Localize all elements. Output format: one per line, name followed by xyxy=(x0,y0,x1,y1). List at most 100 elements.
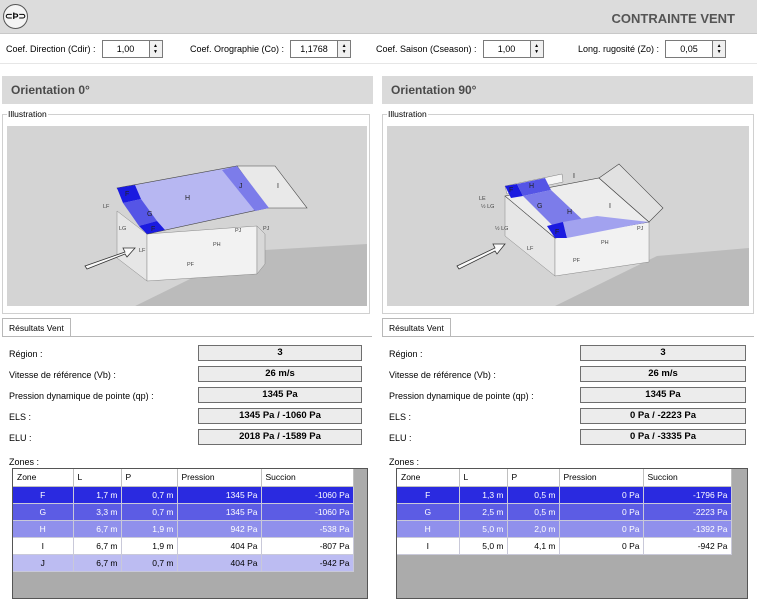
wall-label: PF xyxy=(573,258,581,264)
coef-direction-input[interactable]: 1,00 xyxy=(101,40,150,58)
zones-table[interactable]: Zone L P Pression Succion F 1,7 m 0,7 m 134… xyxy=(12,468,368,599)
spin-down-icon[interactable]: ▼ xyxy=(153,49,158,55)
cell-p: 1,9 m xyxy=(121,537,178,555)
cell-zone: G xyxy=(13,503,74,521)
zones-label: Zones : xyxy=(389,457,420,467)
tab-resultats-vent[interactable]: Résultats Vent xyxy=(382,318,451,337)
cell-pression: 404 Pa xyxy=(177,537,262,555)
roof-label: I xyxy=(573,173,575,180)
cell-p: 4,1 m xyxy=(507,537,560,555)
cell-zone: I xyxy=(397,537,460,555)
elu-label: ELU : xyxy=(389,433,412,443)
group-border xyxy=(3,114,369,115)
table-row[interactable]: J 6,7 m 0,7 m 404 Pa -942 Pa xyxy=(13,554,354,572)
coef-orographie: Coef. Orographie (Co) : 1,1768 ▲ ▼ xyxy=(190,40,352,58)
roof-label: F xyxy=(125,191,129,198)
elu-value: 0 Pa / -3335 Pa xyxy=(580,429,746,445)
cell-l: 6,7 m xyxy=(73,537,122,555)
column-header[interactable]: P xyxy=(121,469,178,487)
elu-label: ELU : xyxy=(9,433,32,443)
vb-value: 26 m/s xyxy=(580,366,746,382)
column-header[interactable]: Zone xyxy=(13,469,74,487)
wall-label: PJ xyxy=(263,226,270,232)
cell-l: 6,7 m xyxy=(73,520,122,538)
cell-pression: 1345 Pa xyxy=(177,503,262,521)
spin-down-icon[interactable]: ▼ xyxy=(717,49,722,55)
coef-orographie-label: Coef. Orographie (Co) : xyxy=(190,44,285,54)
coef-orographie-spinner[interactable]: ▲ ▼ xyxy=(338,40,352,58)
coef-rugosite: Long. rugosité (Zo) : 0,05 ▲ ▼ xyxy=(578,40,727,58)
cell-zone: H xyxy=(397,520,460,538)
spin-down-icon[interactable]: ▼ xyxy=(534,49,539,55)
coef-direction: Coef. Direction (Cdir) : 1,00 ▲ ▼ xyxy=(6,40,163,58)
table-row[interactable]: I 6,7 m 1,9 m 404 Pa -807 Pa xyxy=(13,537,354,555)
table-row[interactable]: G 2,5 m 0,5 m0 Pa -2223 Pa xyxy=(397,503,732,521)
wall-label: LE xyxy=(479,196,486,202)
column-header[interactable]: Pression xyxy=(177,469,262,487)
cell-zone: G xyxy=(397,503,460,521)
illustration-canvas: F G F H J I LF LG LF PH PF PJ PJ xyxy=(7,126,367,306)
cell-l: 3,3 m xyxy=(73,503,122,521)
els-value: 1345 Pa / -1060 Pa xyxy=(198,408,362,424)
illustration-label: Illustration xyxy=(7,109,48,119)
roof-label: H xyxy=(185,195,190,202)
tab-resultats-vent[interactable]: Résultats Vent xyxy=(2,318,71,337)
illustration-canvas: F G F H H I I LE ½ LG ½ LG LF PH PF PJ xyxy=(387,126,749,306)
roof-label: H xyxy=(529,183,534,190)
coef-rugosite-spinner[interactable]: ▲ ▼ xyxy=(713,40,727,58)
spin-down-icon[interactable]: ▼ xyxy=(342,49,347,55)
column-header[interactable]: L xyxy=(73,469,122,487)
coef-rugosite-label: Long. rugosité (Zo) : xyxy=(578,44,660,54)
table-row[interactable]: F 1,3 m 0,5 m0 Pa -1796 Pa xyxy=(397,486,732,504)
wall-label: LG xyxy=(119,226,126,232)
illustration-group: Illustration F G F H J I LF LG LF PH PF … xyxy=(2,109,370,314)
column-header[interactable]: L xyxy=(459,469,508,487)
table-row[interactable]: H 5,0 m 2,0 m0 Pa -1392 Pa xyxy=(397,520,732,538)
group-border xyxy=(383,114,753,115)
table-row[interactable]: I 5,0 m 4,1 m0 Pa -942 Pa xyxy=(397,537,732,555)
column-header[interactable]: Zone xyxy=(397,469,460,487)
cell-l: 5,0 m xyxy=(459,537,508,555)
cell-p: 0,7 m xyxy=(121,554,178,572)
roof-label: F xyxy=(509,187,513,194)
cell-p: 0,5 m xyxy=(507,503,560,521)
coef-direction-spinner[interactable]: ▲ ▼ xyxy=(149,40,163,58)
table-row[interactable]: H 6,7 m 1,9 m 942 Pa -538 Pa xyxy=(13,520,354,538)
app-logo-icon[interactable]: ⊂Þ⊃ xyxy=(3,4,28,29)
region-label: Région : xyxy=(389,349,423,359)
zones-label: Zones : xyxy=(9,457,40,467)
cell-p: 0,7 m xyxy=(121,503,178,521)
table-row[interactable]: G 3,3 m 0,7 m 1345 Pa -1060 Pa xyxy=(13,503,354,521)
roof-label: F xyxy=(151,226,155,233)
column-header[interactable]: P xyxy=(507,469,560,487)
roof-label: I xyxy=(277,183,279,190)
coef-orographie-input[interactable]: 1,1768 xyxy=(290,40,339,58)
coef-saison-input[interactable]: 1,00 xyxy=(482,40,531,58)
cell-zone: H xyxy=(13,520,74,538)
table-header-row: Zone L P Pression Succion xyxy=(397,469,732,487)
cell-succion: -538 Pa xyxy=(261,520,354,538)
region-label: Région : xyxy=(9,349,43,359)
region-value: 3 xyxy=(198,345,362,361)
region-value: 3 xyxy=(580,345,746,361)
cell-succion: -807 Pa xyxy=(261,537,354,555)
column-header[interactable]: Succion xyxy=(643,469,732,487)
zones-table[interactable]: Zone L P Pression Succion F 1,3 m 0,5 m0 P… xyxy=(396,468,748,599)
wall-label: PJ xyxy=(637,226,644,232)
els-value: 0 Pa / -2223 Pa xyxy=(580,408,746,424)
qp-label: Pression dynamique de pointe (qp) : xyxy=(389,391,534,401)
coef-saison-spinner[interactable]: ▲ ▼ xyxy=(530,40,544,58)
header-bar: ⊂Þ⊃ CONTRAINTE VENT xyxy=(0,0,757,34)
cell-p: 1,9 m xyxy=(121,520,178,538)
column-header[interactable]: Pression xyxy=(559,469,644,487)
coef-rugosite-input[interactable]: 0,05 xyxy=(665,40,714,58)
cell-succion: -942 Pa xyxy=(261,554,354,572)
results-panel: Région : 3 Vitesse de référence (Vb) : 2… xyxy=(382,336,754,602)
roof-label: J xyxy=(239,183,243,190)
column-header[interactable]: Succion xyxy=(261,469,354,487)
table-row[interactable]: F 1,7 m 0,7 m 1345 Pa -1060 Pa xyxy=(13,486,354,504)
cell-succion: -1392 Pa xyxy=(643,520,732,538)
cell-pression: 0 Pa xyxy=(559,520,644,538)
cell-l: 2,5 m xyxy=(459,503,508,521)
roof-label: I xyxy=(609,203,611,210)
